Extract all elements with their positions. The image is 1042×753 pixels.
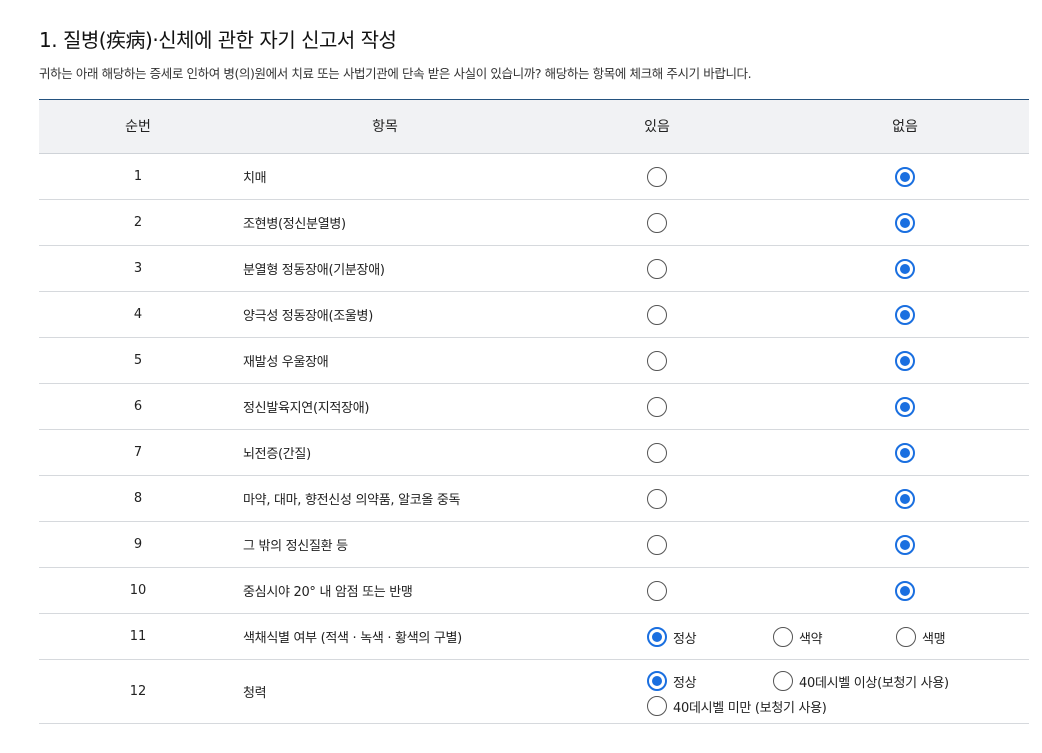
row-item-label: 색채식별 여부 (적색 · 녹색 · 황색의 구별) [243, 631, 462, 646]
table-row: 9 그 밖의 정신질환 등 [39, 522, 1029, 568]
row-number: 11 [129, 629, 147, 644]
row-number: 6 [133, 399, 143, 414]
table-row-color-vision: 11 색채식별 여부 (적색 · 녹색 · 황색의 구별) 정상 색약 색맹 [39, 614, 1029, 660]
row-number: 3 [133, 261, 143, 276]
radio-color-vision[interactable] [647, 627, 667, 647]
hearing-option[interactable]: 40데시벨 미만 (보청기 사용) [647, 695, 827, 717]
radio-yes[interactable] [647, 535, 667, 555]
radio-color-vision[interactable] [896, 627, 916, 647]
row-item-label: 마약, 대마, 향전신성 의약품, 알코올 중독 [243, 493, 461, 508]
row-item-label: 정신발육지연(지적장애) [243, 401, 370, 416]
radio-hearing[interactable] [647, 671, 667, 691]
table-row: 8 마약, 대마, 향전신성 의약품, 알코올 중독 [39, 476, 1029, 522]
radio-yes[interactable] [647, 213, 667, 233]
color-vision-option[interactable]: 정상 [647, 626, 697, 648]
row-item-label: 조현병(정신분열병) [243, 217, 346, 232]
table-body: 1 치매 2 조현병(정신분열병) 3 분열형 정동장애(기분장애) 4 양극성 정동장애(조… [39, 154, 1029, 724]
row-item-label: 양극성 정동장애(조울병) [243, 309, 373, 324]
table-row: 6 정신발육지연(지적장애) [39, 384, 1029, 430]
section-title: 1. 질병(疾病)·신체에 관한 자기 신고서 작성 [39, 28, 397, 52]
radio-yes[interactable] [647, 351, 667, 371]
table-row-hearing: 12 청력 정상 40데시벨 이상(보청기 사용) 40데시벨 미만 (보청기 사용) [39, 660, 1029, 724]
self-report-table: 순번 항목 있음 없음 1 치매 2 조현병(정신분열병) 3 분열형 정동장애(기분장애… [39, 99, 1029, 724]
header-number: 순번 [125, 119, 151, 135]
color-vision-option[interactable]: 색맹 [896, 626, 946, 648]
table-row: 3 분열형 정동장애(기분장애) [39, 246, 1029, 292]
row-number: 9 [133, 537, 143, 552]
table-row: 7 뇌전증(간질) [39, 430, 1029, 476]
table-row: 1 치매 [39, 154, 1029, 200]
section-description: 귀하는 아래 해당하는 증세로 인하여 병(의)원에서 치료 또는 사법기관에 … [39, 66, 752, 81]
hearing-option[interactable]: 40데시벨 이상(보청기 사용) [773, 670, 949, 692]
option-label: 40데시벨 이상(보청기 사용) [799, 675, 949, 691]
radio-yes[interactable] [647, 259, 667, 279]
radio-hearing[interactable] [773, 671, 793, 691]
option-label: 색약 [799, 631, 823, 647]
row-item-label: 뇌전증(간질) [243, 447, 311, 462]
table-row: 2 조현병(정신분열병) [39, 200, 1029, 246]
radio-yes[interactable] [647, 167, 667, 187]
radio-no[interactable] [895, 535, 915, 555]
row-item-label: 중심시야 20° 내 암점 또는 반맹 [243, 585, 413, 600]
radio-no[interactable] [895, 259, 915, 279]
row-number: 8 [133, 491, 143, 506]
radio-no[interactable] [895, 305, 915, 325]
radio-no[interactable] [895, 397, 915, 417]
option-label: 색맹 [922, 631, 946, 647]
table-row: 4 양극성 정동장애(조울병) [39, 292, 1029, 338]
radio-no[interactable] [895, 581, 915, 601]
radio-yes[interactable] [647, 581, 667, 601]
header-yes: 있음 [644, 119, 670, 135]
table-row: 5 재발성 우울장애 [39, 338, 1029, 384]
row-item-label: 재발성 우울장애 [243, 355, 329, 370]
option-label: 정상 [673, 675, 697, 691]
option-label: 40데시벨 미만 (보청기 사용) [673, 700, 827, 716]
radio-yes[interactable] [647, 305, 667, 325]
radio-no[interactable] [895, 167, 915, 187]
row-number: 12 [129, 684, 147, 699]
option-label: 정상 [673, 631, 697, 647]
row-number: 5 [133, 353, 143, 368]
table-header: 순번 항목 있음 없음 [39, 100, 1029, 154]
radio-hearing[interactable] [647, 696, 667, 716]
radio-yes[interactable] [647, 397, 667, 417]
row-item-label: 분열형 정동장애(기분장애) [243, 263, 385, 278]
row-number: 4 [133, 307, 143, 322]
radio-color-vision[interactable] [773, 627, 793, 647]
header-item: 항목 [372, 119, 398, 135]
row-number: 1 [133, 169, 143, 184]
radio-no[interactable] [895, 213, 915, 233]
table-row: 10 중심시야 20° 내 암점 또는 반맹 [39, 568, 1029, 614]
color-vision-option[interactable]: 색약 [773, 626, 823, 648]
row-number: 7 [133, 445, 143, 460]
row-number: 2 [133, 215, 143, 230]
radio-no[interactable] [895, 443, 915, 463]
row-item-label: 그 밖의 정신질환 등 [243, 539, 348, 554]
hearing-option[interactable]: 정상 [647, 670, 697, 692]
radio-yes[interactable] [647, 489, 667, 509]
radio-yes[interactable] [647, 443, 667, 463]
row-item-label: 청력 [243, 686, 267, 701]
row-number: 10 [129, 583, 147, 598]
header-no: 없음 [892, 119, 918, 135]
radio-no[interactable] [895, 489, 915, 509]
row-item-label: 치매 [243, 171, 267, 186]
radio-no[interactable] [895, 351, 915, 371]
